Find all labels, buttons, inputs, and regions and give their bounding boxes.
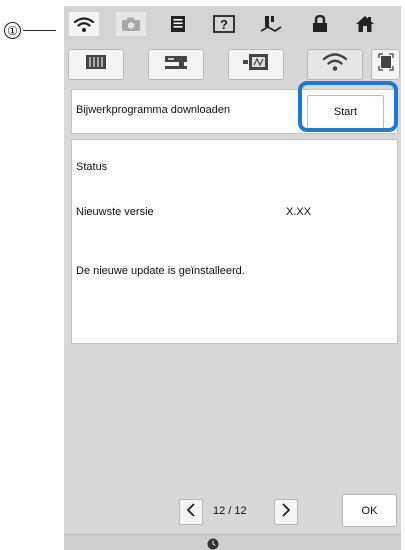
callout-number: ①: [4, 22, 21, 39]
tab-machine[interactable]: [148, 49, 204, 80]
settings-tab-row: [64, 44, 401, 84]
callout-line: [23, 29, 56, 32]
screen-capture-button[interactable]: [371, 49, 400, 80]
start-button[interactable]: Start: [307, 95, 384, 129]
machine-screen: ? Bijwerkprogramma downloaden Start Stat…: [64, 6, 401, 550]
machine-icon: [164, 53, 188, 76]
chevron-left-icon: [186, 502, 196, 522]
status-title: Status: [76, 161, 108, 173]
camera-icon[interactable]: [116, 12, 146, 36]
latest-version-value: X.XX: [286, 206, 312, 218]
page-indicator: 12 / 12: [213, 505, 247, 517]
callout-marker: ①: [4, 22, 56, 39]
wifi-icon[interactable]: [69, 12, 99, 36]
help-icon[interactable]: ?: [209, 12, 239, 36]
top-toolbar: ?: [64, 6, 401, 41]
stitch-icon[interactable]: [256, 12, 286, 36]
tab-card-reader[interactable]: [228, 49, 284, 80]
card-reader-icon: [242, 52, 270, 77]
home-icon[interactable]: [350, 12, 380, 36]
download-label: Bijwerkprogramma downloaden: [76, 104, 231, 116]
previous-page-button[interactable]: [179, 499, 203, 525]
screen-capture-icon: [377, 53, 394, 76]
latest-version-label: Nieuwste versie: [76, 206, 154, 218]
status-panel: Status Nieuwste versie X.XX De nieuwe up…: [71, 139, 398, 344]
clock-icon: [207, 537, 219, 550]
tab-embroidery-frame[interactable]: [68, 49, 124, 80]
svg-text:?: ?: [220, 17, 228, 32]
next-page-button[interactable]: [274, 499, 298, 525]
lock-icon[interactable]: [305, 12, 335, 36]
pagination: 12 / 12 OK: [64, 494, 401, 531]
wifi-icon: [322, 52, 348, 77]
chevron-right-icon: [281, 502, 291, 522]
embroidery-frame-icon: [84, 53, 108, 76]
update-status-message: De nieuwe update is geïnstalleerd.: [76, 265, 245, 277]
tab-wireless[interactable]: [307, 49, 363, 80]
ok-button[interactable]: OK: [342, 494, 397, 527]
download-panel: Bijwerkprogramma downloaden Start: [71, 89, 398, 134]
document-icon[interactable]: [163, 12, 193, 36]
status-bar: [64, 534, 401, 550]
